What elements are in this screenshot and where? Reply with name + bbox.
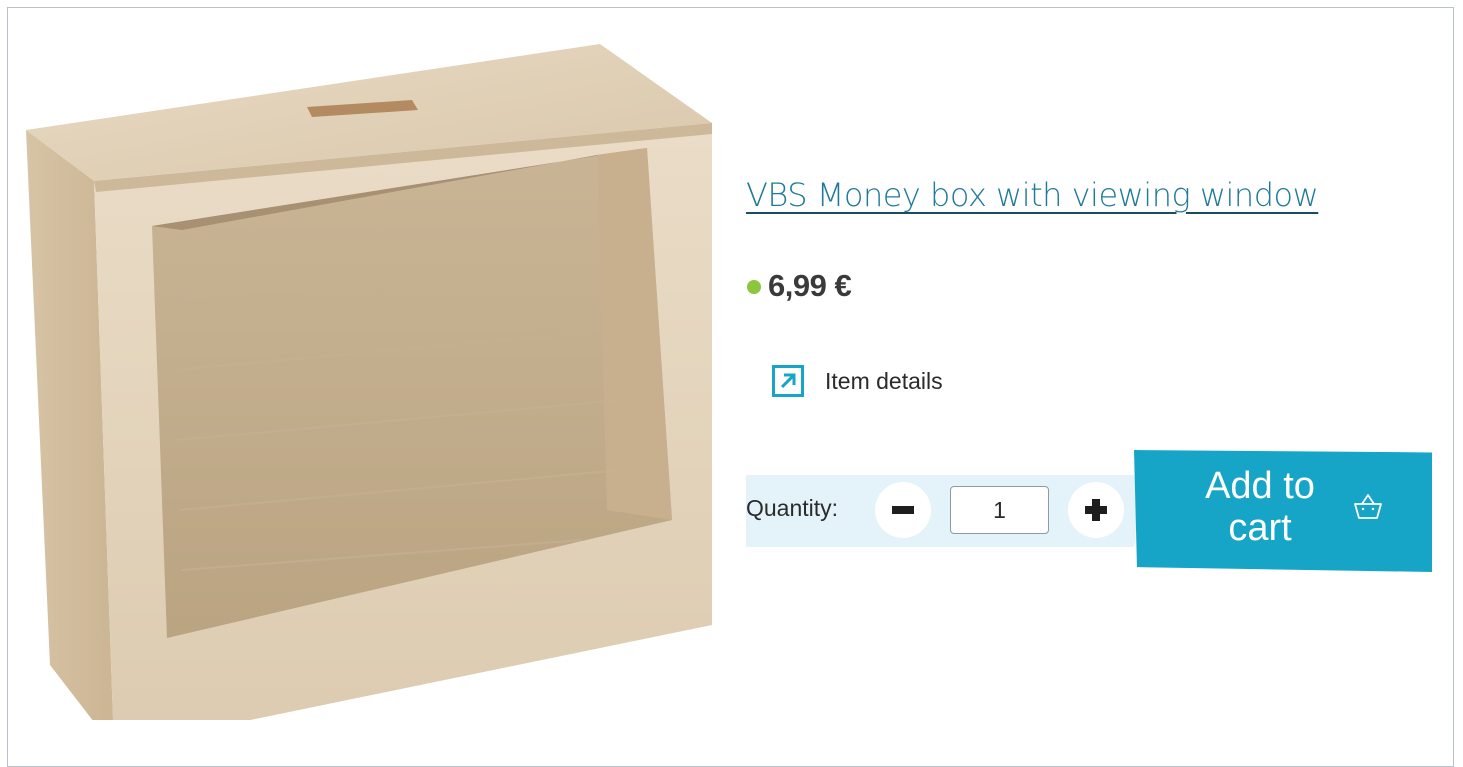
minus-icon (892, 506, 914, 514)
cart-label-line2: cart (1228, 507, 1292, 549)
item-details-label: Item details (825, 367, 943, 394)
external-arrow-icon (772, 365, 804, 397)
cart-label-line1: Add to (1205, 465, 1315, 507)
price: 6,99 € (768, 268, 852, 303)
product-title-link[interactable]: VBS Money box with viewing window (746, 176, 1319, 214)
item-details-link[interactable]: Item details (772, 365, 943, 397)
product-image[interactable] (22, 40, 712, 720)
plus-icon (1085, 499, 1107, 521)
availability-dot-icon (747, 280, 761, 294)
increment-button[interactable] (1068, 482, 1124, 538)
decrement-button[interactable] (875, 482, 931, 538)
quantity-label: Quantity: (746, 495, 839, 521)
add-to-cart-label: Add to cart (1190, 465, 1330, 549)
quantity-input[interactable] (950, 486, 1049, 534)
price-row: 6,99 € (747, 268, 852, 304)
basket-icon (1354, 494, 1382, 519)
